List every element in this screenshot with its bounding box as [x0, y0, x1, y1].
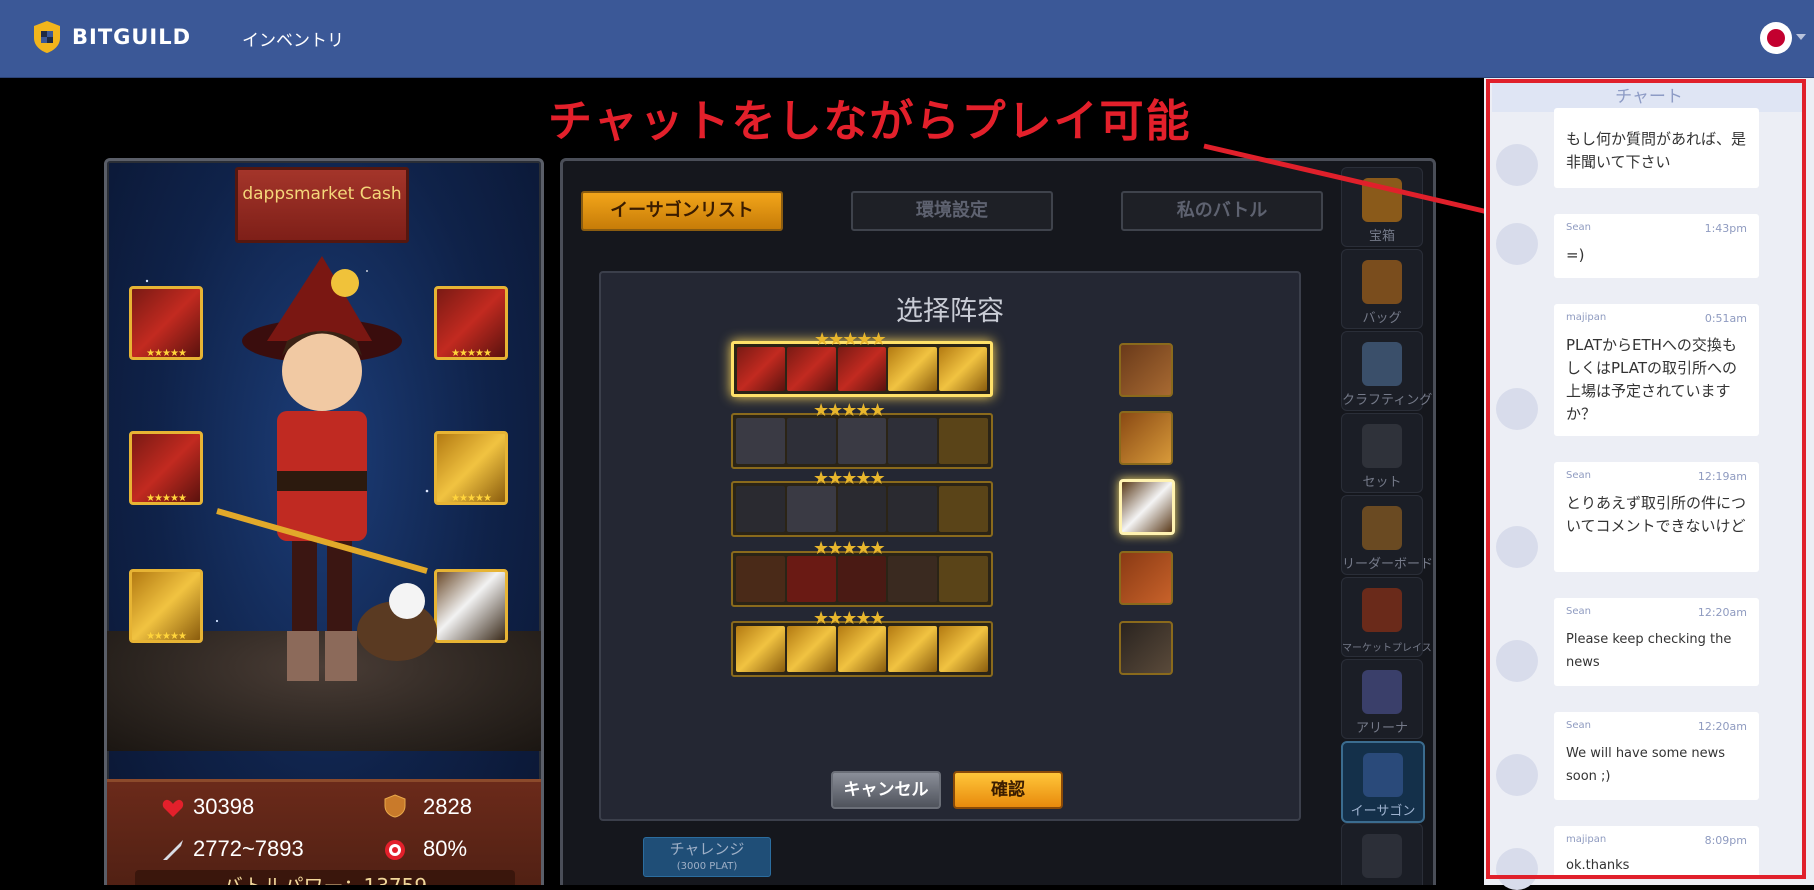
side-menu-gear[interactable] [1341, 823, 1423, 885]
select-lineup-modal: 选择阵容 ★★★★★ ★★★★★ ★★★★★ ★★★★★ ★★★★★ キャンセル… [599, 271, 1301, 821]
challenge-button[interactable]: チャレンジ (3000 PLAT) [643, 837, 771, 877]
chat-message: Sean 12:19am とりあえず取引所の件についてコメントできないけど [1554, 462, 1759, 572]
stat-accuracy: 80% [423, 836, 468, 861]
pet-tiger[interactable] [1119, 411, 1173, 465]
chat-message: Sean 1:43pm =) [1554, 214, 1759, 278]
book-icon [1362, 342, 1402, 386]
chat-message: majipan 8:09pm ok.thanks [1554, 826, 1759, 878]
nav-inventory-link[interactable]: インベントリ [242, 26, 344, 51]
top-navbar: BITGUILD インベントリ [0, 0, 1814, 78]
pet-eagle[interactable] [1119, 479, 1175, 535]
chevron-down-icon[interactable] [1796, 34, 1806, 40]
stat-defense: 2828 [423, 794, 472, 819]
brand-logo[interactable]: BITGUILD [32, 20, 191, 54]
character-name-banner: dappsmarket Cash [235, 167, 409, 243]
brand-name: BITGUILD [72, 25, 192, 49]
tab-my-battles[interactable]: 私のバトル [1121, 191, 1323, 231]
avatar [1496, 223, 1538, 265]
treasure-chest-icon [1362, 178, 1402, 222]
pet-bear[interactable] [1119, 343, 1173, 397]
heart-icon [162, 799, 184, 817]
character-stats: 30398 2828 2772~7893 80% バトルパワー：13759 [107, 779, 541, 885]
lineup-row-3[interactable]: ★★★★★ [731, 468, 993, 537]
ethagon-emblem-icon [1363, 753, 1403, 797]
side-menu-marketplace[interactable]: マーケットプレイス [1341, 577, 1432, 657]
side-menu-bag[interactable]: バッグ [1341, 249, 1423, 329]
pet-fox[interactable] [1119, 551, 1173, 605]
game-viewport: dappsmarket Cash ★★★★★ ★★★★★ ★★★★★ ★★★★★… [0, 78, 1484, 885]
market-stall-icon [1362, 588, 1402, 632]
chat-message: もし何か質問があれば、是非聞いて下さい [1554, 108, 1759, 188]
helmet-icon [1362, 424, 1402, 468]
side-menu-set[interactable]: セット [1341, 413, 1423, 493]
stat-hp: 30398 [193, 794, 255, 819]
sword-icon [163, 840, 183, 860]
tab-ethagon-list[interactable]: イーサゴンリスト [581, 191, 783, 231]
target-icon [385, 840, 405, 860]
equip-slot-boots[interactable]: ★★★★★ [129, 569, 203, 643]
tab-settings[interactable]: 環境設定 [851, 191, 1053, 231]
modal-title: 选择阵容 [896, 296, 1004, 327]
avatar [1496, 388, 1538, 430]
annotation-headline: チャットをしながらプレイ可能 [548, 96, 1192, 147]
gear-icon [1362, 834, 1402, 878]
side-menu-arena[interactable]: アリーナ [1341, 659, 1423, 739]
avatar [1496, 754, 1538, 796]
lineup-row-1[interactable]: ★★★★★ [731, 329, 993, 397]
avatar [1496, 640, 1538, 682]
equip-slot-pants[interactable]: ★★★★★ [129, 431, 203, 505]
chat-message: Sean 12:20am Please keep checking the ne… [1554, 598, 1759, 686]
lineup-row-5[interactable]: ★★★★★ [731, 608, 993, 677]
hero-character-illustration [216, 256, 437, 681]
avatar [1496, 144, 1538, 186]
shield-icon [384, 794, 406, 818]
side-menu-treasure[interactable]: 宝箱 [1341, 167, 1423, 247]
arena-emblem-icon [1362, 670, 1402, 714]
lineup-row-2[interactable]: ★★★★★ [731, 400, 993, 469]
bitguild-shield-icon [34, 21, 60, 53]
chat-message: majipan 0:51am PLATからETHへの交換もしくはPLATの取引所… [1554, 304, 1759, 436]
podium-icon [1362, 506, 1402, 550]
avatar [1496, 526, 1538, 568]
stat-attack: 2772~7893 [193, 836, 304, 861]
bag-icon [1362, 260, 1402, 304]
game-main-panel: イーサゴンリスト 環境設定 私のバトル 宝箱 バッグ クラフティング セット リ… [560, 158, 1436, 885]
language-selector[interactable] [1760, 22, 1792, 54]
chat-panel: チャート もし何か質問があれば、是非聞いて下さい Sean 1:43pm =) … [1484, 78, 1814, 890]
avatar [1496, 848, 1538, 890]
equip-slot-armor[interactable]: ★★★★★ [129, 286, 203, 360]
battle-power: バトルパワー：13759 [135, 870, 515, 885]
confirm-button[interactable]: 確認 [953, 771, 1063, 809]
pet-ape[interactable] [1119, 621, 1173, 675]
side-menu-leaderboard[interactable]: リーダーボード [1341, 495, 1433, 575]
side-menu-ethagon[interactable]: イーサゴン [1341, 741, 1425, 823]
side-menu-crafting[interactable]: クラフティング [1341, 331, 1432, 411]
lineup-row-4[interactable]: ★★★★★ [731, 538, 993, 607]
character-panel: dappsmarket Cash ★★★★★ ★★★★★ ★★★★★ ★★★★★… [104, 158, 544, 885]
cancel-button[interactable]: キャンセル [831, 771, 941, 809]
japan-flag-icon [1767, 29, 1785, 47]
chat-message: Sean 12:20am We will have some news soon… [1554, 712, 1759, 800]
